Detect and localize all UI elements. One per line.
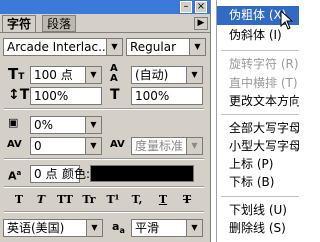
faux-bold-button[interactable]: T bbox=[8, 193, 30, 207]
chevron-down-icon[interactable]: ▼ bbox=[85, 67, 101, 83]
leading-icon: AA bbox=[110, 63, 118, 84]
baseline-shift-icon: Aa bbox=[8, 169, 22, 183]
kerning-icon: AV bbox=[7, 139, 22, 150]
close-icon[interactable]: × bbox=[195, 1, 207, 13]
minimize-icon[interactable]: – bbox=[180, 1, 192, 13]
font-family-value: Arcade Interlac... bbox=[7, 40, 110, 54]
panel-flyout-menu: 伪粗体 (X) 伪斜体 (I) 旋转字符 (R) 直中横排 (T) 更改文本方向… bbox=[216, 0, 299, 242]
tracking-icon: AV bbox=[110, 139, 125, 150]
chevron-down-icon[interactable]: ▼ bbox=[85, 117, 101, 133]
language-select[interactable]: 英语(美国) ▼ bbox=[3, 219, 103, 237]
tsume-icon: ▣ bbox=[8, 116, 19, 129]
section-divider bbox=[4, 108, 204, 110]
vertical-scale-field[interactable]: 100% bbox=[30, 87, 102, 105]
font-style-value: Regular bbox=[130, 40, 177, 54]
horizontal-scale-icon: T bbox=[110, 87, 120, 103]
menu-item-all-caps[interactable]: 全部大写字母 bbox=[217, 119, 299, 138]
small-caps-button[interactable]: Tr bbox=[78, 193, 100, 207]
antialias-select[interactable]: 平滑 ▼ bbox=[131, 219, 203, 237]
vertical-scale-icon: ↕T bbox=[8, 87, 30, 103]
tsume-value: 0% bbox=[34, 118, 54, 132]
tracking-value: 度量标准 bbox=[135, 139, 184, 153]
kerning-select[interactable]: 0 ▼ bbox=[30, 137, 102, 155]
tab-divider bbox=[0, 32, 210, 33]
subscript-button[interactable]: T, bbox=[126, 193, 148, 207]
chevron-down-icon[interactable]: ▼ bbox=[186, 138, 202, 154]
menu-item-rotate-character[interactable]: 旋转字符 (R) bbox=[217, 55, 299, 74]
all-caps-button[interactable]: TT bbox=[54, 193, 76, 207]
tracking-select[interactable]: 度量标准 ▼ bbox=[131, 137, 203, 155]
faux-italic-button[interactable]: T bbox=[30, 193, 52, 207]
leading-select[interactable]: (自动) ▼ bbox=[131, 66, 203, 84]
antialias-value: 平滑 bbox=[135, 221, 160, 235]
tsume-select[interactable]: 0% ▼ bbox=[30, 116, 102, 134]
chevron-down-icon[interactable]: ▼ bbox=[106, 39, 122, 55]
menu-divider bbox=[221, 50, 299, 51]
menu-item-change-text-orientation[interactable]: 更改文本方向 bbox=[217, 92, 299, 111]
section-divider bbox=[4, 158, 204, 160]
strikethrough-button[interactable]: T bbox=[176, 193, 198, 207]
menu-item-superscript[interactable]: 上标 (P) bbox=[217, 155, 299, 174]
menu-item-strikethrough[interactable]: 删除线 (S) bbox=[217, 219, 299, 238]
chevron-down-icon[interactable]: ▼ bbox=[186, 220, 202, 236]
font-size-select[interactable]: 100 点 ▼ bbox=[30, 66, 102, 84]
section-divider bbox=[4, 186, 204, 188]
tab-character[interactable]: 字符 bbox=[2, 15, 37, 32]
menu-item-tate-chu-yoko[interactable]: 直中横排 (T) bbox=[217, 74, 299, 93]
tab-paragraph[interactable]: 段落 bbox=[42, 15, 77, 32]
section-divider bbox=[4, 211, 204, 213]
language-value: 英语(美国) bbox=[7, 221, 65, 235]
underline-button[interactable]: T bbox=[152, 193, 174, 207]
font-family-select[interactable]: Arcade Interlac... ▼ bbox=[3, 38, 123, 56]
menu-item-subscript[interactable]: 下标 (B) bbox=[217, 173, 299, 192]
chevron-down-icon[interactable]: ▼ bbox=[86, 220, 102, 236]
chevron-down-icon[interactable]: ▼ bbox=[186, 67, 202, 83]
menu-divider bbox=[221, 114, 299, 115]
menu-divider bbox=[221, 196, 299, 197]
font-size-icon: TT bbox=[8, 65, 25, 83]
chevron-down-icon[interactable]: ▼ bbox=[85, 138, 101, 154]
panel-menu-icon[interactable]: ▶ bbox=[194, 17, 208, 30]
superscript-button[interactable]: T¹ bbox=[102, 193, 124, 207]
horizontal-scale-field[interactable]: 100% bbox=[131, 87, 203, 105]
mouse-cursor-icon bbox=[280, 10, 294, 30]
menu-item-underline[interactable]: 下划线 (U) bbox=[217, 201, 299, 220]
character-panel: – × 字符 段落 ▶ Arcade Interlac... ▼ Regular… bbox=[0, 0, 211, 242]
menu-item-small-caps[interactable]: 小型大写字母 bbox=[217, 137, 299, 156]
kerning-value: 0 bbox=[34, 139, 42, 153]
font-style-select[interactable]: Regular ▼ bbox=[126, 38, 206, 56]
antialias-icon: aa bbox=[112, 220, 125, 236]
text-color-swatch[interactable] bbox=[90, 165, 194, 182]
chevron-down-icon[interactable]: ▼ bbox=[189, 39, 205, 55]
color-label: 颜色: bbox=[62, 167, 91, 181]
leading-value: (自动) bbox=[135, 68, 169, 82]
panel-title-bar[interactable]: – × bbox=[0, 0, 210, 14]
font-size-value: 100 点 bbox=[34, 68, 73, 82]
